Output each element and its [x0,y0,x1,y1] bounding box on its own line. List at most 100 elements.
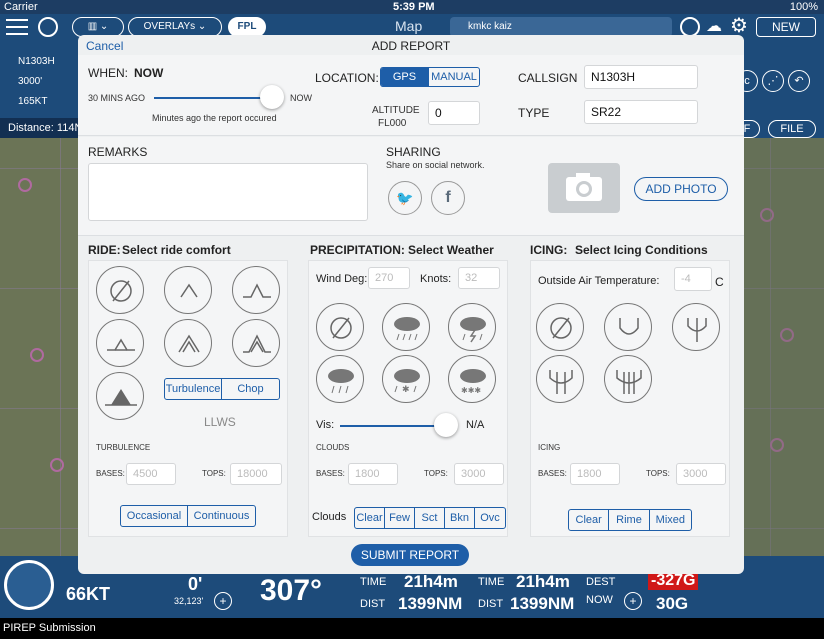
vis-label: Vis: [316,419,335,431]
icing-type-selector[interactable]: Clear Rime Mixed [568,509,692,531]
remarks-input[interactable] [88,163,368,221]
fpl-button[interactable]: FPL [228,17,266,37]
cloud-coverage-selector[interactable]: Clear Few Sct Bkn Ovc [354,507,506,529]
ride-severe-icon[interactable] [232,319,280,367]
icing-mixed[interactable]: Mixed [650,510,691,530]
when-max-label: NOW [290,93,312,103]
cloud-bases-input[interactable]: 1800 [348,463,398,485]
freq-occasional[interactable]: Occasional [121,506,188,526]
camera-icon[interactable] [548,163,620,213]
vis-slider-knob[interactable] [434,413,458,437]
dest-label: DEST [586,576,616,588]
altitude-input[interactable]: 0 [428,101,480,125]
plus-icon-2[interactable]: + [624,592,642,610]
file-button[interactable]: FILE [768,120,816,138]
ride-none-icon[interactable] [96,266,144,314]
ice-bases-input[interactable]: 1800 [570,463,620,485]
map-layers-button[interactable]: ▥ ⌄ [72,17,124,37]
route-search-field[interactable]: kmkc kaiz [450,17,672,37]
ride-moderate-2-icon[interactable] [164,319,212,367]
cloud-sct[interactable]: Sct [415,508,445,528]
undo-icon[interactable]: ↶ [788,70,810,92]
turbulence-label: TURBULENCE [96,443,151,452]
overlays-button[interactable]: OVERLAYs ⌄ [128,17,222,37]
rain-icon[interactable] [382,303,430,351]
facebook-icon[interactable]: f [431,181,465,215]
route-icon[interactable]: ⋰ [762,70,784,92]
clock-icon[interactable] [680,17,700,37]
icing-sub-label: ICING [538,443,561,452]
knots-input[interactable]: 32 [458,267,500,289]
new-button[interactable]: NEW [756,17,816,37]
precip-sub: Select Weather [408,243,494,257]
vis-slider-track[interactable] [340,425,444,427]
twitter-icon[interactable]: 🐦 [388,181,422,215]
dist-label-1: DIST [360,598,386,610]
ride-sub: Select ride comfort [122,243,231,257]
ice-tops-input[interactable]: 3000 [676,463,726,485]
cloud-tops-input[interactable]: 3000 [454,463,504,485]
turbulence-frequency[interactable]: Occasional Continuous [120,505,256,527]
now-value: 30G [656,594,689,613]
time-value-2: 21h4m [516,572,570,591]
cloud-bkn[interactable]: Bkn [445,508,475,528]
icing-light-icon[interactable] [604,303,652,351]
add-photo-button[interactable]: ADD PHOTO [634,177,728,201]
ride-light-chop-icon[interactable] [232,266,280,314]
cloud-clear[interactable]: Clear [355,508,385,528]
ride-light-icon[interactable] [164,266,212,314]
callsign-input[interactable]: N1303H [584,65,698,89]
type-label: TYPE [518,106,550,120]
plus-icon[interactable]: + [214,592,232,610]
now-label: NOW [586,594,613,606]
chop-option[interactable]: Chop [222,379,279,399]
llws-label[interactable]: LLWS [204,415,236,429]
location-selector[interactable]: GPS MANUAL [380,67,480,87]
gear-icon[interactable]: ⚙ [730,15,752,37]
crosshair-icon[interactable] [38,17,58,37]
weather-icon[interactable]: ☁ [706,17,726,37]
icing-none-icon[interactable] [536,303,584,351]
when-hint: Minutes ago the report occured [152,113,277,123]
icing-severe-icon[interactable] [536,355,584,403]
cloud-tops-label: TOPS: [424,469,448,478]
turb-tops-input[interactable]: 18000 [230,463,282,485]
icing-clear[interactable]: Clear [569,510,610,530]
type-input[interactable]: SR22 [584,100,698,124]
location-manual[interactable]: MANUAL [429,68,479,86]
icing-extreme-icon[interactable] [604,355,652,403]
cloud-few[interactable]: Few [385,508,415,528]
heavy-rain-icon[interactable] [316,355,364,403]
when-min-label: 30 MINS AGO [88,93,146,103]
thunderstorm-icon[interactable] [448,303,496,351]
compass-icon[interactable] [4,560,54,610]
when-slider-knob[interactable] [260,85,284,109]
sleet-icon[interactable]: ✱ [382,355,430,403]
location-gps[interactable]: GPS [381,68,429,86]
cruise-speed: 165KT [18,96,48,107]
turbulence-option[interactable]: Turbulence [165,379,223,399]
turb-bases-input[interactable]: 4500 [126,463,176,485]
dist-label-2: DIST [478,598,504,610]
oat-input[interactable]: -4 [674,267,712,291]
submit-report-button[interactable]: SUBMIT REPORT [351,544,469,566]
precip-none-icon[interactable] [316,303,364,351]
icing-moderate-icon[interactable] [672,303,720,351]
clouds-label: CLOUDS [316,443,350,452]
freq-continuous[interactable]: Continuous [188,506,255,526]
cloud-ovc[interactable]: Ovc [475,508,505,528]
icing-rime[interactable]: Rime [609,510,650,530]
ride-moderate-icon[interactable] [96,319,144,367]
turbulence-chop-selector[interactable]: Turbulence Chop [164,378,280,400]
cloud-bases-label: BASES: [316,469,345,478]
ride-extreme-icon[interactable] [96,372,144,420]
altitude-value: 0' [188,574,203,594]
snow-icon[interactable]: ✱✱✱ [448,355,496,403]
menu-icon[interactable] [6,19,28,35]
when-label: WHEN: [88,66,128,80]
icing-sub: Select Icing Conditions [575,243,708,257]
ground-speed: 66KT [66,584,111,604]
time-value-1: 21h4m [404,572,458,591]
wind-input[interactable]: 270 [368,267,410,289]
clouds-row-label: Clouds [312,511,347,523]
